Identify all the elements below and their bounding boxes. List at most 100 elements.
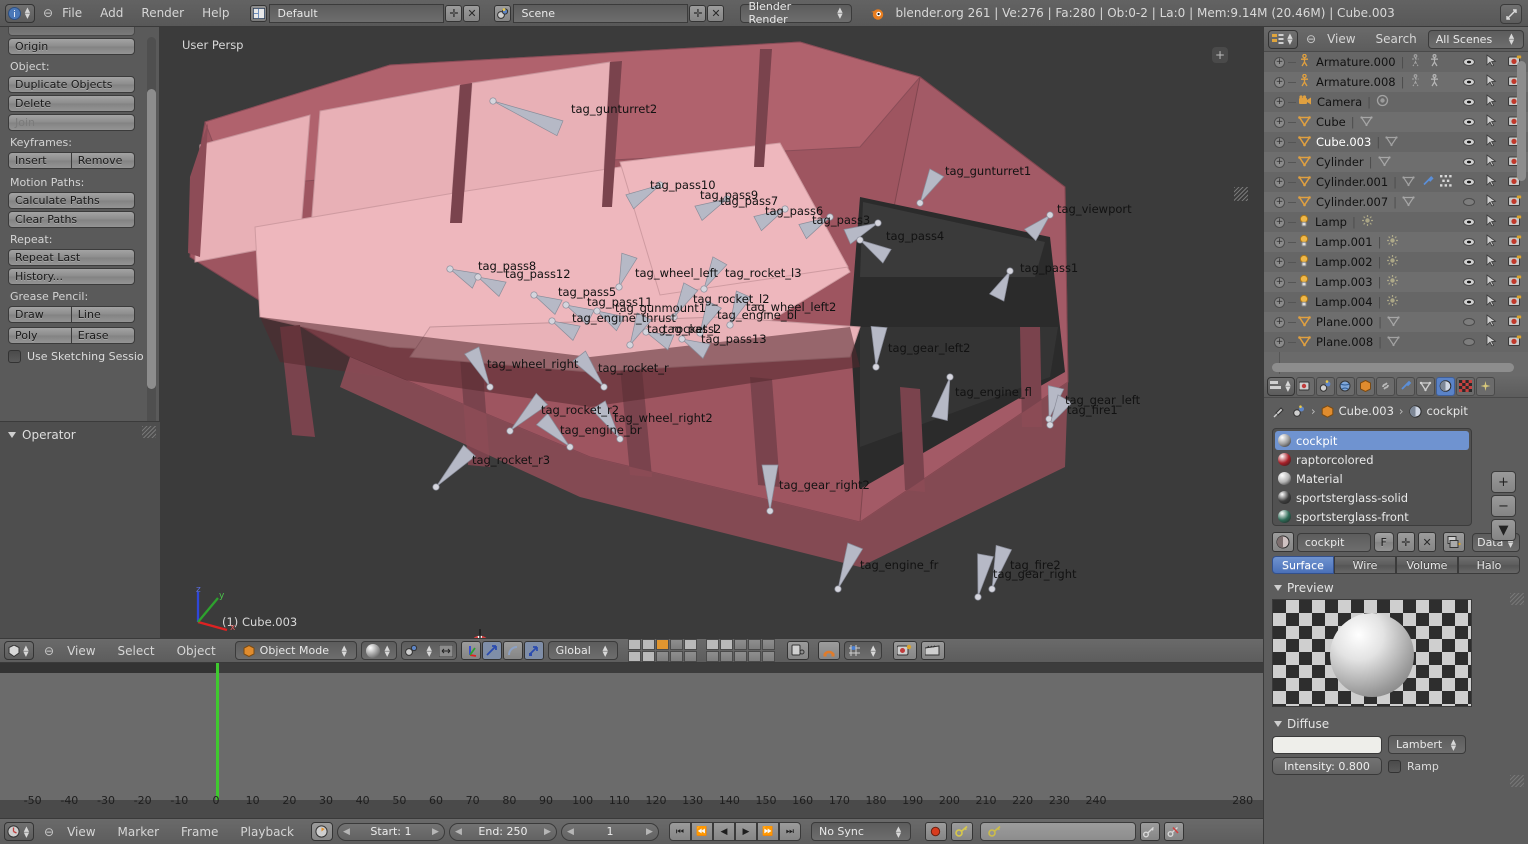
material-slot-row[interactable]: cockpit: [1275, 431, 1469, 450]
interaction-mode-select[interactable]: Object Mode ▲ ▼: [234, 641, 357, 660]
gp-poly-button[interactable]: Poly: [8, 327, 72, 344]
frame-dec-arrow-icon[interactable]: ◀: [567, 827, 574, 837]
outliner-selectable-icon[interactable]: [1486, 54, 1497, 70]
outliner-pose-icon[interactable]: [1409, 54, 1422, 70]
ramp-checkbox[interactable]: Ramp: [1388, 759, 1439, 773]
outliner-row-name[interactable]: Cylinder.001: [1316, 175, 1388, 189]
outliner-selectable-icon[interactable]: [1486, 274, 1497, 290]
outliner-visibility-icon[interactable]: [1463, 278, 1475, 286]
outliner-camera-data-icon[interactable]: [1376, 94, 1390, 110]
use-sketching-session-checkbox[interactable]: Use Sketching Sessio: [8, 350, 151, 363]
outliner-menu-view[interactable]: View: [1318, 32, 1364, 46]
scene-layers-group-1[interactable]: [627, 639, 697, 662]
outliner-selectable-icon[interactable]: [1486, 334, 1497, 350]
play-button[interactable]: ▶: [734, 822, 757, 841]
outliner-mesh-data-icon[interactable]: [1385, 135, 1398, 150]
outliner-renderability-icon[interactable]: [1508, 335, 1522, 350]
manipulator-toggle-icon[interactable]: [460, 641, 481, 660]
outliner-row-name[interactable]: Lamp: [1315, 215, 1347, 229]
material-type-tab-wire[interactable]: Wire: [1334, 556, 1396, 574]
active-keying-set-field[interactable]: [979, 822, 1136, 841]
viewport-editor-type-spinner[interactable]: ▲ ▼: [22, 644, 31, 657]
maximize-area-icon[interactable]: [1500, 4, 1522, 24]
insert-keyframe-button[interactable]: Insert: [8, 152, 72, 169]
add-material-slot-button[interactable]: +: [1491, 471, 1516, 493]
outliner-renderability-icon[interactable]: [1508, 255, 1522, 270]
outliner-row[interactable]: + Armature.000 |: [1264, 52, 1528, 72]
outliner-pose-icon[interactable]: [1409, 74, 1422, 90]
gp-draw-button[interactable]: Draw: [8, 306, 72, 323]
menu-file[interactable]: File: [53, 6, 91, 20]
add-scene-button[interactable]: ✛: [689, 4, 707, 22]
start-frame-field[interactable]: ◀ Start: 1 ▶: [336, 822, 445, 841]
outliner-row[interactable]: + Cylinder.007 |: [1264, 192, 1528, 212]
outliner-expand-icon[interactable]: +: [1274, 276, 1285, 288]
outliner-visibility-icon[interactable]: [1463, 98, 1475, 106]
viewport-menu-object[interactable]: Object: [168, 644, 225, 658]
outliner-renderability-icon[interactable]: [1508, 275, 1522, 290]
outliner-expand-icon[interactable]: +: [1274, 256, 1285, 268]
delete-layout-button[interactable]: ✕: [463, 4, 481, 22]
operator-collapse-icon[interactable]: [8, 432, 16, 438]
gp-line-button[interactable]: Line: [71, 306, 135, 323]
outliner-row-name[interactable]: Cylinder: [1316, 155, 1364, 169]
history-button[interactable]: History...: [8, 268, 135, 285]
timeline-track-area[interactable]: [0, 673, 1263, 800]
preview-section-header[interactable]: Preview: [1274, 581, 1528, 595]
timeline-collapse-menu-icon[interactable]: ⊖: [44, 825, 54, 839]
outliner-visibility-icon[interactable]: [1463, 298, 1475, 306]
outliner-row-name[interactable]: Lamp.001: [1315, 235, 1373, 249]
diffuse-intensity-slider[interactable]: Intensity: 0.800: [1272, 757, 1382, 775]
outliner-expand-icon[interactable]: +: [1274, 136, 1285, 148]
diffuse-color-swatch[interactable]: [1272, 735, 1382, 754]
outliner-selectable-icon[interactable]: [1486, 294, 1497, 310]
material-datablock-icon[interactable]: [1272, 532, 1294, 552]
outliner-row[interactable]: + Lamp.004 |: [1264, 292, 1528, 312]
end-dec-arrow-icon[interactable]: ◀: [455, 827, 462, 837]
outliner-renderability-icon[interactable]: [1508, 315, 1522, 330]
transform-orientation-select[interactable]: Global ▲ ▼: [547, 641, 618, 660]
outliner-visibility-icon[interactable]: [1463, 318, 1475, 326]
tab-material[interactable]: [1436, 376, 1455, 396]
insert-keyframe-icon[interactable]: [1139, 822, 1160, 841]
outliner-row[interactable]: + Cylinder.001 |: [1264, 172, 1528, 192]
outliner-visibility-icon[interactable]: [1463, 258, 1475, 266]
end-frame-field[interactable]: ◀ End: 250 ▶: [448, 822, 557, 841]
render-engine-select[interactable]: Blender Render ▲ ▼: [740, 0, 853, 26]
outliner-row-name[interactable]: Cylinder.007: [1316, 195, 1388, 209]
outliner-row[interactable]: + Armature.008 |: [1264, 72, 1528, 92]
material-slot-row[interactable]: sportsterglass-front: [1275, 507, 1469, 526]
outliner-row[interactable]: + Cube |: [1264, 112, 1528, 132]
outliner-lamp-data-icon[interactable]: [1386, 254, 1399, 270]
outliner-row[interactable]: + Lamp.003 |: [1264, 272, 1528, 292]
use-preview-range-icon[interactable]: [310, 822, 333, 841]
outliner-expand-icon[interactable]: +: [1274, 216, 1285, 228]
outliner-row[interactable]: + Lamp.002 |: [1264, 252, 1528, 272]
collapse-menu-icon[interactable]: ⊖: [43, 6, 53, 20]
tab-constraints[interactable]: [1376, 376, 1395, 396]
outliner-mesh-data-icon[interactable]: [1377, 155, 1391, 170]
clear-paths-button[interactable]: Clear Paths: [8, 211, 135, 228]
delete-keyframe-icon[interactable]: [1163, 822, 1184, 841]
screen-layout-field[interactable]: Default: [269, 3, 445, 23]
outliner-mesh-data-icon[interactable]: [1402, 175, 1415, 190]
outliner-lamp-data-icon[interactable]: [1386, 274, 1399, 290]
scene-field[interactable]: Scene: [513, 3, 689, 23]
calculate-paths-button[interactable]: Calculate Paths: [8, 192, 135, 209]
timeline-menu-marker[interactable]: Marker: [109, 825, 168, 839]
properties-editor-type-icon[interactable]: ▲ ▼: [1267, 376, 1295, 396]
render-opengl-image-icon[interactable]: [892, 641, 917, 660]
auto-keyframe-record-icon[interactable]: [924, 822, 947, 841]
frame-inc-arrow-icon[interactable]: ▶: [646, 827, 653, 837]
outliner-selectable-icon[interactable]: [1486, 314, 1497, 330]
outliner-row-name[interactable]: Cube: [1316, 115, 1346, 129]
outliner-row[interactable]: + Plane.000 |: [1264, 312, 1528, 332]
diffuse-section-header[interactable]: Diffuse: [1274, 717, 1528, 731]
timeline-menu-view[interactable]: View: [58, 825, 104, 839]
properties-editor-type-spinner[interactable]: ▲ ▼: [1284, 380, 1293, 393]
tab-scene[interactable]: [1316, 376, 1335, 396]
material-type-tab-halo[interactable]: Halo: [1458, 556, 1520, 574]
scene-breadcrumb-icon[interactable]: [1292, 404, 1306, 418]
outliner-renderability-icon[interactable]: [1508, 215, 1522, 230]
viewport-shading-select[interactable]: ▲ ▼: [360, 641, 397, 660]
